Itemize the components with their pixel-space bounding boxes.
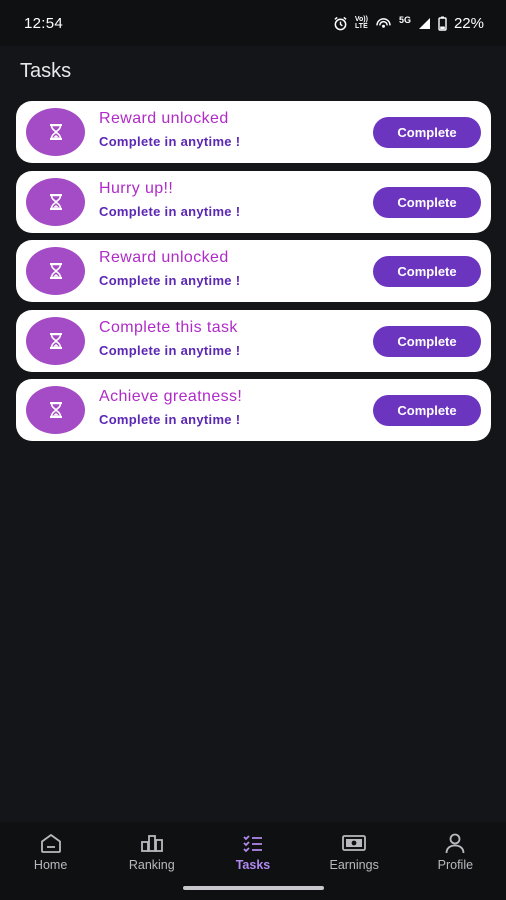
volte-top-text: Vo)) bbox=[354, 16, 368, 23]
volte-bottom-text: LTE bbox=[355, 23, 368, 30]
earnings-icon bbox=[342, 835, 367, 851]
page-title: Tasks bbox=[20, 60, 72, 82]
task-icon-circle bbox=[26, 386, 85, 434]
task-icon-circle bbox=[26, 108, 85, 156]
task-title: Reward unlocked bbox=[99, 249, 229, 266]
tasks-icon bbox=[243, 835, 262, 853]
nav-label: Tasks bbox=[235, 858, 271, 872]
task-card: Reward unlocked Complete in anytime ! Co… bbox=[16, 101, 491, 163]
status-time: 12:54 bbox=[24, 14, 64, 32]
bottom-nav: Home Ranking Tasks Earnings Profile bbox=[0, 822, 506, 880]
nav-item-earnings[interactable]: Earnings bbox=[304, 822, 405, 872]
nav-label: Home bbox=[33, 858, 68, 872]
nav-item-tasks[interactable]: Tasks bbox=[202, 822, 303, 872]
hourglass-icon bbox=[49, 193, 62, 210]
task-subtitle: Complete in anytime ! bbox=[99, 273, 241, 288]
complete-button[interactable]: Complete bbox=[373, 117, 481, 148]
task-title: Achieve greatness! bbox=[99, 388, 243, 405]
gesture-bar-area bbox=[0, 880, 506, 900]
hourglass-icon bbox=[49, 124, 62, 140]
task-subtitle: Complete in anytime ! bbox=[99, 412, 241, 427]
task-subtitle: Complete in anytime ! bbox=[99, 134, 241, 149]
alarm-icon bbox=[333, 16, 348, 31]
profile-icon bbox=[445, 833, 465, 854]
status-icons: Vo)) LTE 5G 22% bbox=[333, 15, 484, 32]
hourglass-icon bbox=[49, 332, 62, 349]
task-icon-circle bbox=[26, 316, 85, 365]
volte-indicator: Vo)) LTE bbox=[355, 16, 368, 30]
home-indicator[interactable] bbox=[183, 886, 324, 890]
hourglass-icon bbox=[49, 402, 62, 418]
task-icon-circle bbox=[26, 177, 85, 226]
battery-icon bbox=[438, 16, 447, 31]
complete-button[interactable]: Complete bbox=[373, 256, 481, 287]
nav-label: Profile bbox=[437, 858, 474, 872]
task-card: Complete this task Complete in anytime !… bbox=[16, 309, 491, 372]
task-title: Reward unlocked bbox=[99, 110, 229, 127]
nav-item-profile[interactable]: Profile bbox=[405, 822, 506, 872]
home-icon bbox=[40, 834, 61, 853]
complete-button[interactable]: Complete bbox=[373, 186, 481, 218]
complete-button[interactable]: Complete bbox=[373, 325, 481, 357]
ranking-icon bbox=[140, 835, 163, 852]
hourglass-icon bbox=[49, 263, 62, 279]
task-card: Hurry up!! Complete in anytime ! Complet… bbox=[16, 170, 491, 233]
nav-label: Earnings bbox=[329, 858, 379, 872]
nav-item-home[interactable]: Home bbox=[0, 822, 101, 872]
task-icon-circle bbox=[26, 247, 85, 295]
nav-label: Ranking bbox=[128, 858, 175, 872]
network-type: 5G bbox=[398, 15, 411, 25]
task-card: Achieve greatness! Complete in anytime !… bbox=[16, 379, 491, 441]
task-title: Hurry up!! bbox=[99, 179, 174, 197]
task-card: Reward unlocked Complete in anytime ! Co… bbox=[16, 240, 491, 302]
task-list: Reward unlocked Complete in anytime ! Co… bbox=[16, 101, 491, 449]
status-bar: 12:54 Vo)) LTE 5G 22% bbox=[0, 0, 506, 46]
signal-icon bbox=[418, 17, 431, 30]
hotspot-icon bbox=[375, 17, 392, 30]
nav-item-ranking[interactable]: Ranking bbox=[101, 822, 202, 872]
task-title: Complete this task bbox=[99, 318, 238, 336]
complete-button[interactable]: Complete bbox=[373, 395, 481, 426]
battery-percentage: 22% bbox=[453, 14, 484, 32]
task-subtitle: Complete in anytime ! bbox=[99, 203, 241, 219]
task-subtitle: Complete in anytime ! bbox=[99, 342, 241, 358]
